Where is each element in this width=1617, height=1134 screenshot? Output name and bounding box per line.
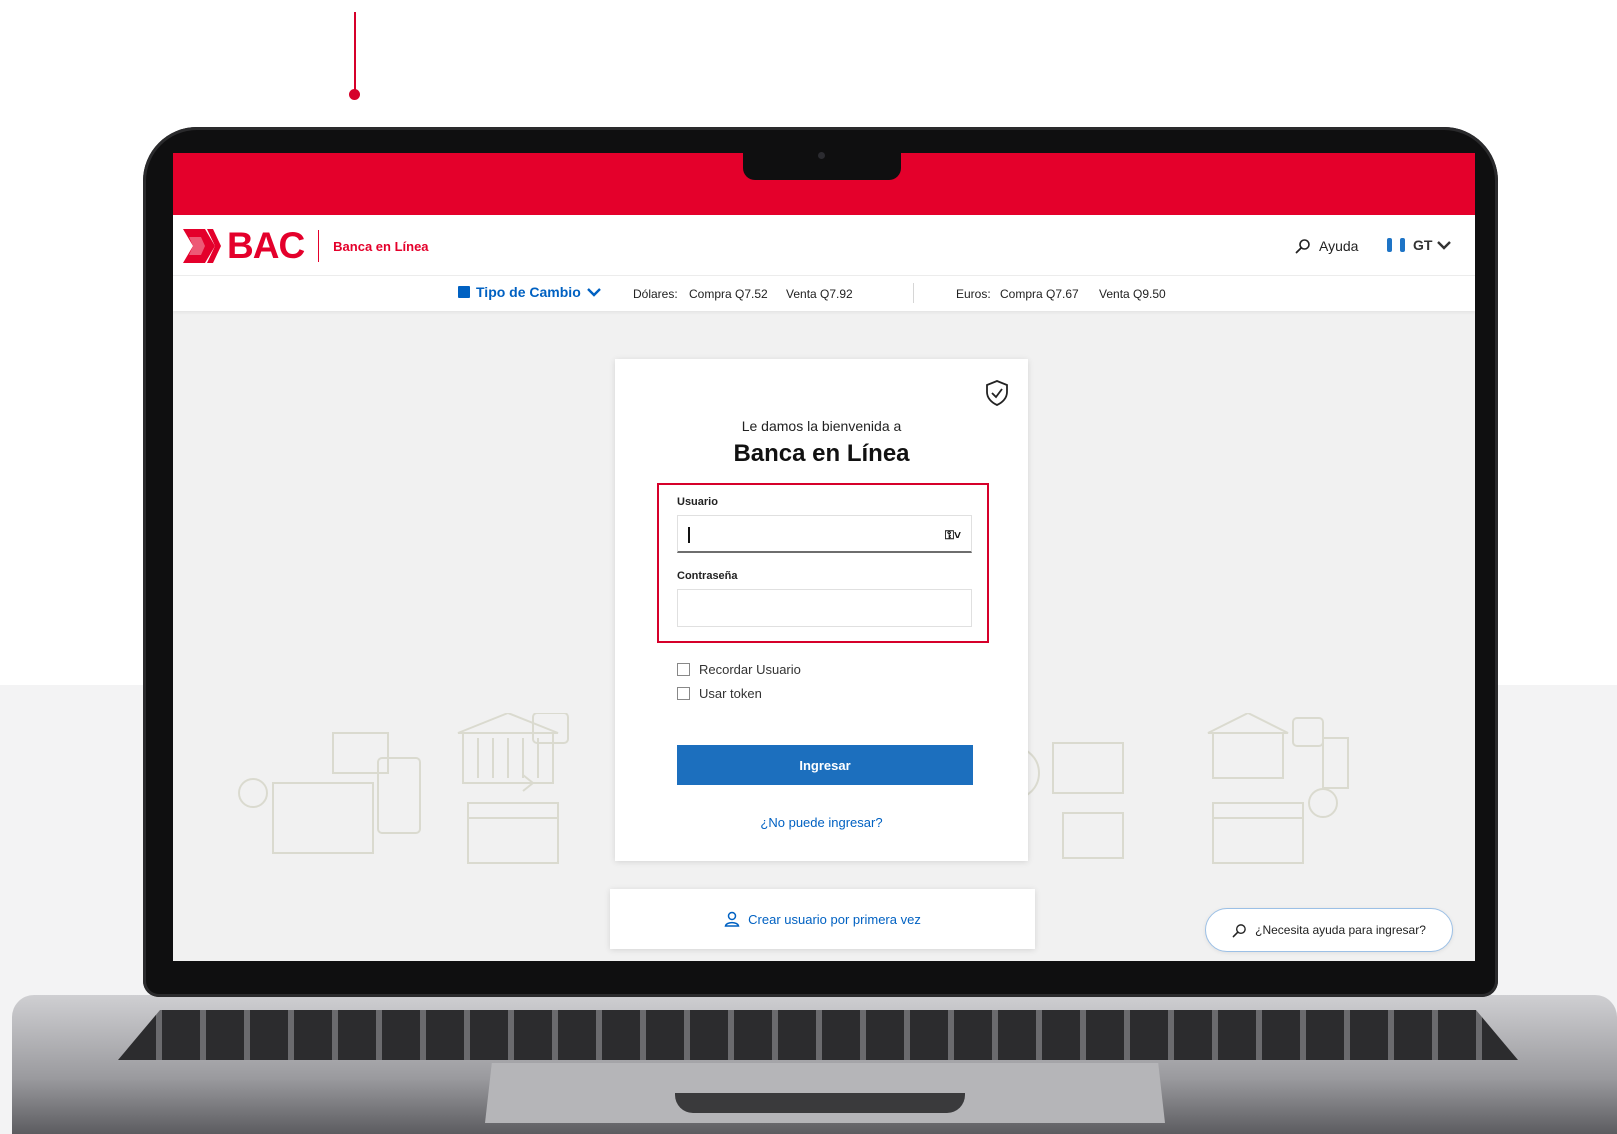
callout-dot	[349, 89, 360, 100]
product-name: Banca en Línea	[333, 238, 429, 254]
dollars-buy: Compra Q7.52	[689, 287, 768, 301]
country-code: GT	[1413, 237, 1433, 253]
chevron-down-icon	[1437, 241, 1452, 250]
chevron-down-icon	[586, 288, 601, 297]
text-cursor	[688, 527, 690, 543]
guatemala-flag-icon	[1387, 238, 1405, 252]
camera-icon	[818, 152, 825, 159]
welcome-text: Le damos la bienvenida a	[741, 418, 902, 434]
euros-label: Euros:	[956, 287, 991, 301]
bac-logo-icon	[183, 229, 221, 263]
username-label: Usuario	[677, 496, 718, 508]
user-icon	[724, 911, 740, 927]
need-help-button[interactable]: ¿Necesita ayuda para ingresar?	[1205, 908, 1453, 952]
euros-sell: Venta Q9.50	[1099, 287, 1166, 301]
laptop-screen: BAC Banca en Línea Ayuda GT Tipo de Camb…	[173, 153, 1475, 961]
search-icon	[1295, 239, 1310, 254]
dollars-label: Dólares:	[633, 287, 678, 301]
need-help-label: ¿Necesita ayuda para ingresar?	[1255, 923, 1426, 937]
username-input[interactable]: ⚿˅	[677, 515, 972, 553]
rate-divider	[913, 283, 914, 303]
callout-line	[354, 12, 356, 94]
login-button[interactable]: Ingresar	[677, 745, 973, 785]
use-token-option[interactable]: Usar token	[677, 686, 762, 701]
password-label: Contraseña	[677, 570, 738, 582]
password-input[interactable]	[677, 589, 972, 627]
logo-divider	[318, 230, 320, 262]
login-title: Banca en Línea	[733, 440, 910, 467]
help-link-label: Ayuda	[1319, 238, 1359, 254]
cant-login-link[interactable]: ¿No puede ingresar?	[615, 815, 1028, 830]
remember-user-checkbox[interactable]	[677, 663, 690, 676]
country-selector[interactable]: GT	[1387, 237, 1452, 253]
create-user-link[interactable]: Crear usuario por primera vez	[748, 912, 921, 927]
search-icon	[1232, 923, 1246, 937]
calculator-icon	[458, 286, 470, 298]
remember-user-label: Recordar Usuario	[699, 662, 801, 677]
laptop-keyboard	[118, 1010, 1518, 1060]
brand-name: BAC	[227, 225, 305, 266]
euros-buy: Compra Q7.67	[1000, 287, 1079, 301]
login-card: Le damos la bienvenida a Banca en Línea …	[615, 359, 1028, 861]
bac-logo[interactable]: BAC Banca en Línea	[183, 225, 429, 267]
site-header: BAC Banca en Línea Ayuda GT	[173, 215, 1475, 275]
key-icon[interactable]: ⚿˅	[945, 528, 961, 543]
exchange-rate-toggle-label: Tipo de Cambio	[476, 284, 581, 300]
shield-check-icon	[986, 380, 1008, 406]
laptop-hinge	[675, 1093, 965, 1113]
use-token-checkbox[interactable]	[677, 687, 690, 700]
use-token-label: Usar token	[699, 686, 762, 701]
create-user-card[interactable]: Crear usuario por primera vez	[610, 889, 1035, 949]
exchange-rate-toggle[interactable]: Tipo de Cambio	[458, 284, 601, 300]
exchange-rate-bar: Tipo de Cambio Dólares: Compra Q7.52 Ven…	[173, 275, 1475, 311]
help-link[interactable]: Ayuda	[1295, 238, 1358, 254]
remember-user-option[interactable]: Recordar Usuario	[677, 662, 801, 677]
dollars-sell: Venta Q7.92	[786, 287, 853, 301]
